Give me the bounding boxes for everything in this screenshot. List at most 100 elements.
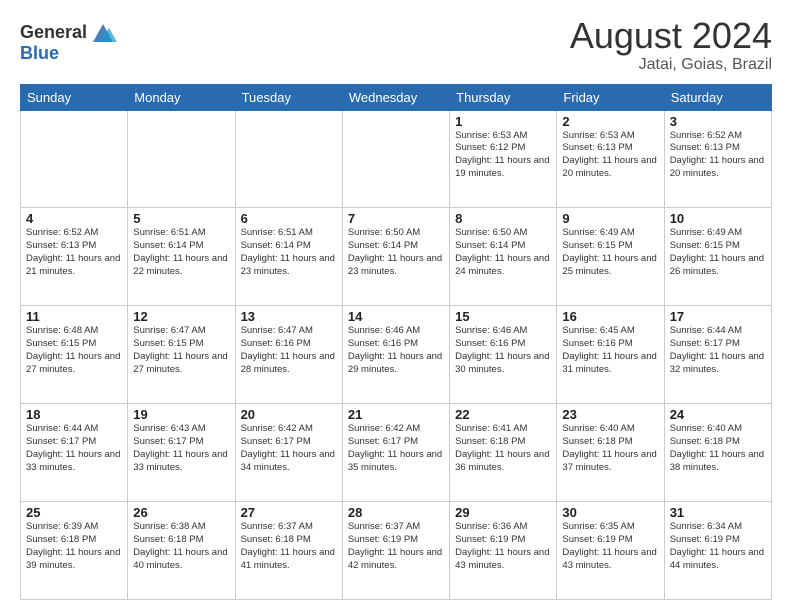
day-cell: 27Sunrise: 6:37 AM Sunset: 6:18 PM Dayli…: [235, 502, 342, 600]
day-number: 1: [455, 114, 551, 129]
day-cell: 15Sunrise: 6:46 AM Sunset: 6:16 PM Dayli…: [450, 306, 557, 404]
day-cell: 1Sunrise: 6:53 AM Sunset: 6:12 PM Daylig…: [450, 110, 557, 208]
day-number: 16: [562, 309, 658, 324]
day-cell: [21, 110, 128, 208]
day-number: 19: [133, 407, 229, 422]
day-cell: [128, 110, 235, 208]
day-info: Sunrise: 6:38 AM Sunset: 6:18 PM Dayligh…: [133, 521, 229, 572]
header: General Blue August 2024 Jatai, Goias, B…: [20, 16, 772, 74]
page: General Blue August 2024 Jatai, Goias, B…: [0, 0, 792, 612]
day-cell: 29Sunrise: 6:36 AM Sunset: 6:19 PM Dayli…: [450, 502, 557, 600]
day-cell: 31Sunrise: 6:34 AM Sunset: 6:19 PM Dayli…: [664, 502, 771, 600]
day-info: Sunrise: 6:49 AM Sunset: 6:15 PM Dayligh…: [562, 227, 658, 278]
day-number: 21: [348, 407, 444, 422]
week-row-3: 11Sunrise: 6:48 AM Sunset: 6:15 PM Dayli…: [21, 306, 772, 404]
day-cell: 2Sunrise: 6:53 AM Sunset: 6:13 PM Daylig…: [557, 110, 664, 208]
day-info: Sunrise: 6:52 AM Sunset: 6:13 PM Dayligh…: [670, 130, 766, 181]
day-number: 13: [241, 309, 337, 324]
day-cell: 9Sunrise: 6:49 AM Sunset: 6:15 PM Daylig…: [557, 208, 664, 306]
day-info: Sunrise: 6:34 AM Sunset: 6:19 PM Dayligh…: [670, 521, 766, 572]
day-number: 25: [26, 505, 122, 520]
day-cell: 19Sunrise: 6:43 AM Sunset: 6:17 PM Dayli…: [128, 404, 235, 502]
day-cell: 18Sunrise: 6:44 AM Sunset: 6:17 PM Dayli…: [21, 404, 128, 502]
day-cell: 23Sunrise: 6:40 AM Sunset: 6:18 PM Dayli…: [557, 404, 664, 502]
day-info: Sunrise: 6:47 AM Sunset: 6:16 PM Dayligh…: [241, 325, 337, 376]
day-number: 22: [455, 407, 551, 422]
day-cell: 11Sunrise: 6:48 AM Sunset: 6:15 PM Dayli…: [21, 306, 128, 404]
day-info: Sunrise: 6:53 AM Sunset: 6:12 PM Dayligh…: [455, 130, 551, 181]
location-title: Jatai, Goias, Brazil: [570, 56, 772, 74]
day-info: Sunrise: 6:40 AM Sunset: 6:18 PM Dayligh…: [562, 423, 658, 474]
day-info: Sunrise: 6:42 AM Sunset: 6:17 PM Dayligh…: [241, 423, 337, 474]
weekday-header-sunday: Sunday: [21, 84, 128, 110]
logo-icon: [89, 20, 117, 44]
weekday-header-monday: Monday: [128, 84, 235, 110]
day-cell: 12Sunrise: 6:47 AM Sunset: 6:15 PM Dayli…: [128, 306, 235, 404]
day-info: Sunrise: 6:42 AM Sunset: 6:17 PM Dayligh…: [348, 423, 444, 474]
day-info: Sunrise: 6:40 AM Sunset: 6:18 PM Dayligh…: [670, 423, 766, 474]
day-info: Sunrise: 6:41 AM Sunset: 6:18 PM Dayligh…: [455, 423, 551, 474]
day-info: Sunrise: 6:46 AM Sunset: 6:16 PM Dayligh…: [348, 325, 444, 376]
day-cell: 20Sunrise: 6:42 AM Sunset: 6:17 PM Dayli…: [235, 404, 342, 502]
day-cell: 3Sunrise: 6:52 AM Sunset: 6:13 PM Daylig…: [664, 110, 771, 208]
day-number: 7: [348, 211, 444, 226]
weekday-header-thursday: Thursday: [450, 84, 557, 110]
weekday-header-friday: Friday: [557, 84, 664, 110]
day-number: 26: [133, 505, 229, 520]
day-number: 30: [562, 505, 658, 520]
day-number: 9: [562, 211, 658, 226]
day-info: Sunrise: 6:52 AM Sunset: 6:13 PM Dayligh…: [26, 227, 122, 278]
week-row-4: 18Sunrise: 6:44 AM Sunset: 6:17 PM Dayli…: [21, 404, 772, 502]
calendar-table: SundayMondayTuesdayWednesdayThursdayFrid…: [20, 84, 772, 600]
logo-blue-text: Blue: [20, 44, 117, 62]
day-number: 18: [26, 407, 122, 422]
day-number: 31: [670, 505, 766, 520]
day-cell: 5Sunrise: 6:51 AM Sunset: 6:14 PM Daylig…: [128, 208, 235, 306]
day-number: 2: [562, 114, 658, 129]
day-cell: 14Sunrise: 6:46 AM Sunset: 6:16 PM Dayli…: [342, 306, 449, 404]
day-info: Sunrise: 6:49 AM Sunset: 6:15 PM Dayligh…: [670, 227, 766, 278]
day-info: Sunrise: 6:51 AM Sunset: 6:14 PM Dayligh…: [133, 227, 229, 278]
day-number: 11: [26, 309, 122, 324]
week-row-5: 25Sunrise: 6:39 AM Sunset: 6:18 PM Dayli…: [21, 502, 772, 600]
week-row-1: 1Sunrise: 6:53 AM Sunset: 6:12 PM Daylig…: [21, 110, 772, 208]
day-number: 27: [241, 505, 337, 520]
day-info: Sunrise: 6:35 AM Sunset: 6:19 PM Dayligh…: [562, 521, 658, 572]
day-number: 24: [670, 407, 766, 422]
logo-general-text: General: [20, 23, 87, 41]
day-info: Sunrise: 6:47 AM Sunset: 6:15 PM Dayligh…: [133, 325, 229, 376]
day-number: 23: [562, 407, 658, 422]
day-number: 10: [670, 211, 766, 226]
day-info: Sunrise: 6:39 AM Sunset: 6:18 PM Dayligh…: [26, 521, 122, 572]
week-row-2: 4Sunrise: 6:52 AM Sunset: 6:13 PM Daylig…: [21, 208, 772, 306]
day-number: 12: [133, 309, 229, 324]
day-number: 20: [241, 407, 337, 422]
day-info: Sunrise: 6:44 AM Sunset: 6:17 PM Dayligh…: [670, 325, 766, 376]
day-cell: 17Sunrise: 6:44 AM Sunset: 6:17 PM Dayli…: [664, 306, 771, 404]
day-info: Sunrise: 6:45 AM Sunset: 6:16 PM Dayligh…: [562, 325, 658, 376]
day-number: 3: [670, 114, 766, 129]
day-cell: 25Sunrise: 6:39 AM Sunset: 6:18 PM Dayli…: [21, 502, 128, 600]
day-cell: 26Sunrise: 6:38 AM Sunset: 6:18 PM Dayli…: [128, 502, 235, 600]
day-info: Sunrise: 6:53 AM Sunset: 6:13 PM Dayligh…: [562, 130, 658, 181]
day-number: 8: [455, 211, 551, 226]
day-cell: 22Sunrise: 6:41 AM Sunset: 6:18 PM Dayli…: [450, 404, 557, 502]
day-info: Sunrise: 6:51 AM Sunset: 6:14 PM Dayligh…: [241, 227, 337, 278]
day-number: 15: [455, 309, 551, 324]
day-cell: 6Sunrise: 6:51 AM Sunset: 6:14 PM Daylig…: [235, 208, 342, 306]
day-number: 4: [26, 211, 122, 226]
day-cell: 16Sunrise: 6:45 AM Sunset: 6:16 PM Dayli…: [557, 306, 664, 404]
day-cell: 30Sunrise: 6:35 AM Sunset: 6:19 PM Dayli…: [557, 502, 664, 600]
day-cell: 28Sunrise: 6:37 AM Sunset: 6:19 PM Dayli…: [342, 502, 449, 600]
day-info: Sunrise: 6:37 AM Sunset: 6:19 PM Dayligh…: [348, 521, 444, 572]
day-info: Sunrise: 6:36 AM Sunset: 6:19 PM Dayligh…: [455, 521, 551, 572]
day-cell: [342, 110, 449, 208]
day-info: Sunrise: 6:44 AM Sunset: 6:17 PM Dayligh…: [26, 423, 122, 474]
day-number: 6: [241, 211, 337, 226]
weekday-header-wednesday: Wednesday: [342, 84, 449, 110]
day-number: 29: [455, 505, 551, 520]
month-title: August 2024: [570, 16, 772, 56]
weekday-header-row: SundayMondayTuesdayWednesdayThursdayFrid…: [21, 84, 772, 110]
day-cell: 24Sunrise: 6:40 AM Sunset: 6:18 PM Dayli…: [664, 404, 771, 502]
day-number: 17: [670, 309, 766, 324]
